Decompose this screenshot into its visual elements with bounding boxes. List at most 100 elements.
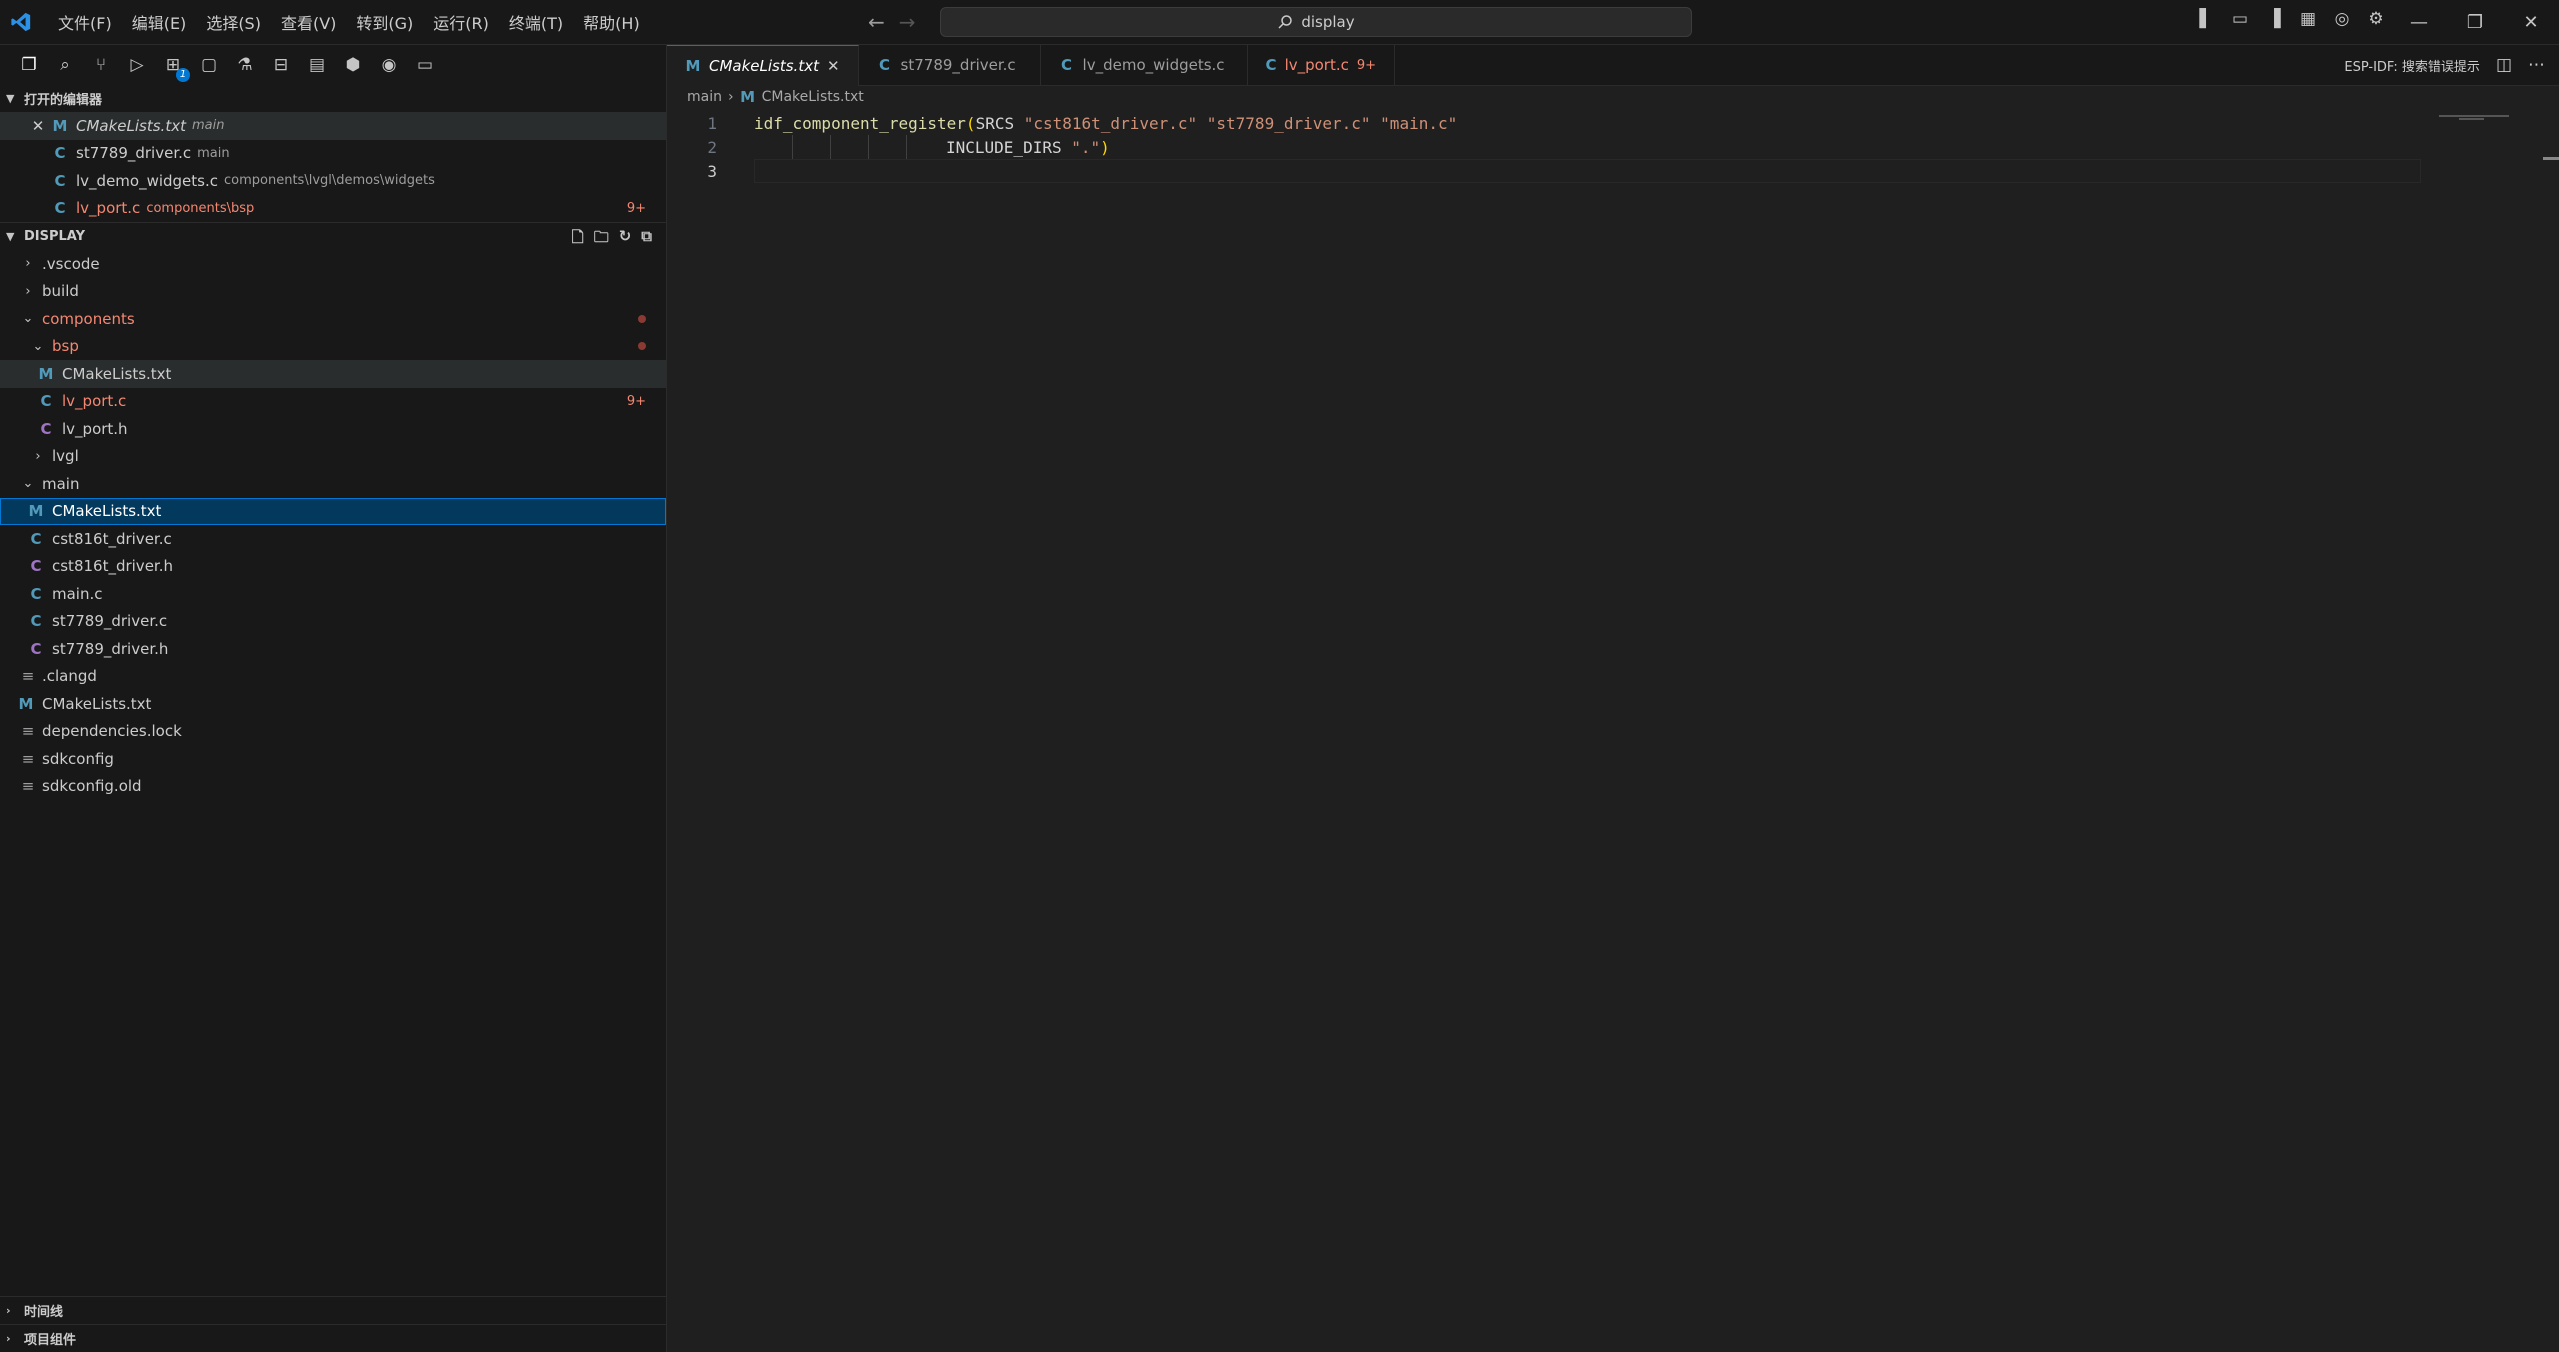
tree-file[interactable]: M CMakeLists.txt <box>0 360 666 388</box>
explorer-header[interactable]: ▼ DISPLAY 🗋 🗀 ↻ ⧉ <box>0 222 666 250</box>
cmake-file-icon: M <box>52 116 68 135</box>
tree-file[interactable]: ≡ dependencies.lock <box>0 718 666 746</box>
tree-folder[interactable]: ⌄ components <box>0 305 666 333</box>
tab-lv-port[interactable]: C lv_port.c 9+ <box>1248 45 1395 85</box>
menu-view[interactable]: 查看(V) <box>271 10 346 34</box>
c-file-icon: C <box>30 529 42 548</box>
menu-edit[interactable]: 编辑(E) <box>122 10 197 34</box>
chevron-right-icon: › <box>727 89 734 105</box>
tree-folder[interactable]: › .vscode <box>0 250 666 278</box>
gear-icon[interactable]: ⚙ <box>2365 8 2387 30</box>
file-label: lv_port.c <box>62 392 127 411</box>
tree-file[interactable]: ≡ .clangd <box>0 663 666 691</box>
tree-folder[interactable]: › lvgl <box>0 443 666 471</box>
esp-idf-action-label: 搜索错误提示 <box>2401 59 2480 75</box>
tree-file[interactable]: ≡ sdkconfig.old <box>0 773 666 801</box>
file-label: st7789_driver.h <box>52 639 169 658</box>
testing-icon[interactable]: ⚗ <box>234 54 256 76</box>
code-function-token: idf_component_register <box>754 113 966 133</box>
editor-tabs: M CMakeLists.txt ✕ C st7789_driver.c C l… <box>667 45 2559 86</box>
remote-explorer-icon[interactable]: ▢ <box>198 54 220 76</box>
command-center-search[interactable]: display <box>940 7 1692 37</box>
close-icon[interactable]: ✕ <box>827 57 840 75</box>
open-editor-item[interactable]: C lv_port.c components\bsp 9+ <box>0 195 666 223</box>
tree-folder[interactable]: › build <box>0 278 666 306</box>
line-number: 3 <box>707 161 717 181</box>
toggle-panel-icon[interactable]: ▭ <box>2229 8 2251 30</box>
forward-arrow-icon[interactable]: → <box>899 10 916 34</box>
open-editor-item[interactable]: ✕ M CMakeLists.txt main <box>0 112 666 140</box>
minimap[interactable] <box>2439 115 2519 121</box>
problem-count-badge: 9+ <box>626 393 646 409</box>
menu-help[interactable]: 帮助(H) <box>573 10 650 34</box>
account-icon[interactable]: ◎ <box>2331 8 2353 30</box>
tree-file[interactable]: M CMakeLists.txt <box>0 690 666 718</box>
restore-button[interactable]: ❐ <box>2447 0 2503 44</box>
file-label: cst816t_driver.h <box>52 557 173 576</box>
explorer-title: DISPLAY <box>24 229 86 244</box>
breadcrumb-folder[interactable]: main <box>687 89 722 105</box>
tree-file[interactable]: C main.c <box>0 580 666 608</box>
tree-folder[interactable]: ⌄ bsp <box>0 333 666 361</box>
menu-selection[interactable]: 选择(S) <box>196 10 271 34</box>
project-components-icon[interactable]: ▤ <box>306 54 328 76</box>
file-label: cst816t_driver.c <box>52 529 172 548</box>
fingerprint-icon[interactable]: ◉ <box>378 54 400 76</box>
chevron-down-icon: ▼ <box>6 92 15 105</box>
file-label: st7789_driver.c <box>52 612 168 631</box>
source-control-icon[interactable]: ⑂ <box>90 54 112 76</box>
menu-run[interactable]: 运行(R) <box>423 10 499 34</box>
menu-go[interactable]: 转到(G) <box>346 10 423 34</box>
menu-terminal[interactable]: 终端(T) <box>499 10 573 34</box>
new-folder-icon[interactable]: 🗀 <box>594 227 609 252</box>
folder-label: components <box>42 309 135 328</box>
project-components-header[interactable]: › 项目组件 <box>0 1325 666 1352</box>
tree-folder[interactable]: ⌄ main <box>0 470 666 498</box>
tree-file[interactable]: C lv_port.h <box>0 415 666 443</box>
scrollbar-indicator[interactable] <box>2543 157 2559 160</box>
menu-file[interactable]: 文件(F) <box>48 10 122 34</box>
toggle-secondary-sidebar-icon[interactable]: ▐ <box>2263 8 2285 30</box>
tab-st7789-driver[interactable]: C st7789_driver.c <box>859 45 1041 85</box>
refresh-icon[interactable]: ↻ <box>619 227 632 252</box>
tree-file[interactable]: C cst816t_driver.h <box>0 553 666 581</box>
split-editor-icon[interactable]: ◫ <box>2496 55 2512 75</box>
tree-file[interactable]: C st7789_driver.c <box>0 608 666 636</box>
tree-file[interactable]: C st7789_driver.h <box>0 635 666 663</box>
timeline-header[interactable]: › 时间线 <box>0 1297 666 1325</box>
new-file-icon[interactable]: 🗋 <box>572 227 584 252</box>
search-view-icon[interactable]: ⌕ <box>54 54 76 76</box>
code-paren-token: ) <box>1100 137 1110 157</box>
collapse-all-icon[interactable]: ⧉ <box>641 227 652 252</box>
tree-file[interactable]: C cst816t_driver.c <box>0 525 666 553</box>
explorer-actions: 🗋 🗀 ↻ ⧉ <box>572 227 652 252</box>
explorer-icon[interactable]: ❐ <box>18 54 40 76</box>
toggle-primary-sidebar-icon[interactable]: ▌ <box>2195 8 2217 30</box>
tab-cmakelists[interactable]: M CMakeLists.txt ✕ <box>667 45 859 86</box>
open-editor-item[interactable]: C st7789_driver.c main <box>0 140 666 168</box>
open-editors-header[interactable]: ▼ 打开的编辑器 <box>0 85 666 112</box>
back-arrow-icon[interactable]: ← <box>868 10 885 34</box>
open-editor-item[interactable]: C lv_demo_widgets.c components\lvgl\demo… <box>0 167 666 195</box>
tree-file[interactable]: M CMakeLists.txt <box>0 497 666 525</box>
run-debug-icon[interactable]: ▷ <box>126 54 148 76</box>
code-editor[interactable]: 1 idf_component_register(SRCS "cst816t_d… <box>667 111 2559 183</box>
esp-idf-search-error-hint[interactable]: ESP-IDF: 搜索错误提示 <box>2344 56 2480 75</box>
tab-lv-demo-widgets[interactable]: C lv_demo_widgets.c <box>1041 45 1248 85</box>
device-icon[interactable]: ▭ <box>414 54 436 76</box>
activity-toolbar: ❐ ⌕ ⑂ ▷ ⊞ 1 ▢ ⚗ ⊟ ▤ ⬢ ◉ ▭ <box>0 45 666 85</box>
file-label: lv_demo_widgets.c <box>76 171 219 190</box>
tree-file[interactable]: C lv_port.c 9+ <box>0 388 666 416</box>
esp-idf-explorer-icon[interactable]: ⊟ <box>270 54 292 76</box>
indent-guide <box>830 135 831 159</box>
minimize-button[interactable]: — <box>2391 0 2447 44</box>
breadcrumb-file[interactable]: CMakeLists.txt <box>762 89 864 105</box>
close-window-button[interactable]: ✕ <box>2503 0 2559 44</box>
code-string-token: "main.c" <box>1380 113 1458 133</box>
close-icon[interactable]: ✕ <box>30 117 46 135</box>
customize-layout-icon[interactable]: ▦ <box>2297 8 2319 30</box>
extensions-icon[interactable]: ⊞ 1 <box>162 54 190 82</box>
esp-idf-icon[interactable]: ⬢ <box>342 54 364 76</box>
tree-file[interactable]: ≡ sdkconfig <box>0 745 666 773</box>
more-actions-icon[interactable]: ⋯ <box>2528 55 2545 75</box>
